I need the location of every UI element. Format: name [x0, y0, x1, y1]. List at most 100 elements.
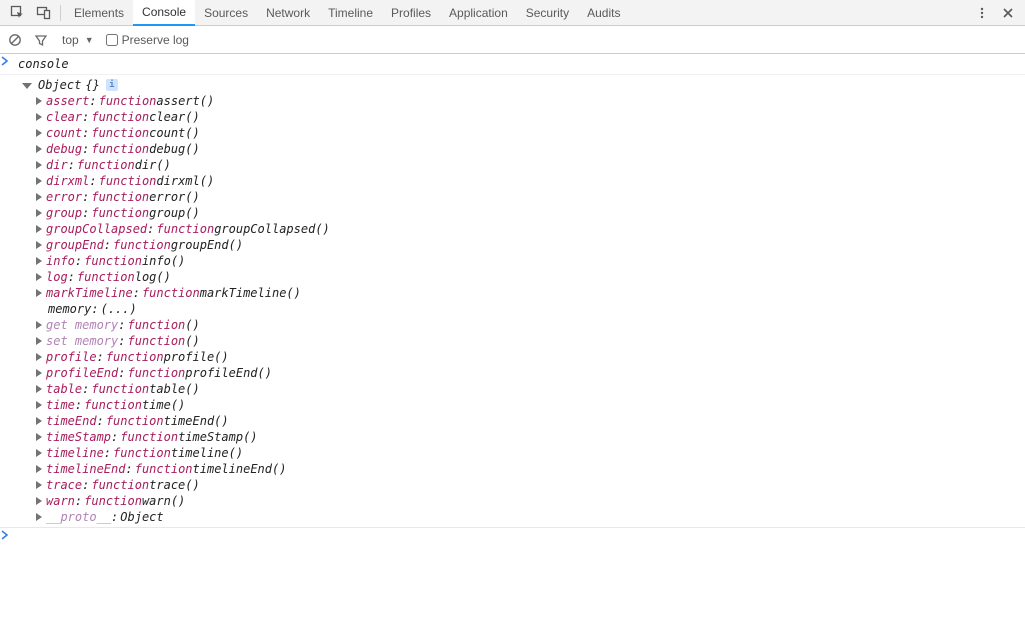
- inspect-element-icon[interactable]: [4, 1, 30, 25]
- object-property[interactable]: count: function count(): [36, 125, 1025, 141]
- object-header[interactable]: Object {} i: [18, 77, 1025, 93]
- function-keyword: function: [113, 237, 171, 253]
- expand-toggle-icon[interactable]: [36, 209, 42, 217]
- object-property[interactable]: debug: function debug(): [36, 141, 1025, 157]
- chevron-down-icon: ▼: [85, 35, 94, 45]
- object-property[interactable]: timelineEnd: function timelineEnd(): [36, 461, 1025, 477]
- tab-network[interactable]: Network: [257, 0, 319, 26]
- expand-toggle-icon[interactable]: [36, 449, 42, 457]
- property-name: time: [46, 397, 75, 413]
- expand-toggle-icon[interactable]: [36, 161, 42, 169]
- expand-toggle-icon[interactable]: [36, 321, 42, 329]
- object-property[interactable]: dir: function dir(): [36, 157, 1025, 173]
- expand-toggle-icon[interactable]: [36, 417, 42, 425]
- object-property[interactable]: table: function table(): [36, 381, 1025, 397]
- object-property[interactable]: time: function time(): [36, 397, 1025, 413]
- expand-toggle-icon[interactable]: [36, 241, 42, 249]
- function-keyword: function: [77, 269, 135, 285]
- input-prompt-icon: [0, 530, 16, 540]
- device-toolbar-icon[interactable]: [30, 1, 56, 25]
- tab-profiles[interactable]: Profiles: [382, 0, 440, 26]
- tab-console[interactable]: Console: [133, 0, 195, 26]
- object-property[interactable]: groupCollapsed: function groupCollapsed(…: [36, 221, 1025, 237]
- property-value: Object: [120, 509, 163, 525]
- expand-toggle-icon[interactable]: [36, 129, 42, 137]
- object-property[interactable]: timeStamp: function timeStamp(): [36, 429, 1025, 445]
- object-property[interactable]: trace: function trace(): [36, 477, 1025, 493]
- tab-application[interactable]: Application: [440, 0, 517, 26]
- expand-toggle-icon[interactable]: [36, 145, 42, 153]
- more-menu-icon[interactable]: [969, 1, 995, 25]
- filter-icon[interactable]: [32, 31, 50, 49]
- object-property[interactable]: timeline: function timeline(): [36, 445, 1025, 461]
- expand-toggle-icon[interactable]: [36, 337, 42, 345]
- function-name: (): [185, 317, 199, 333]
- function-name: debug(): [149, 141, 200, 157]
- tab-timeline[interactable]: Timeline: [319, 0, 382, 26]
- function-name: info(): [142, 253, 185, 269]
- object-property[interactable]: error: function error(): [36, 189, 1025, 205]
- object-property[interactable]: log: function log(): [36, 269, 1025, 285]
- object-property[interactable]: dirxml: function dirxml(): [36, 173, 1025, 189]
- console-prompt-row[interactable]: [0, 528, 1025, 542]
- expand-toggle-icon[interactable]: [36, 465, 42, 473]
- expand-toggle-icon[interactable]: [36, 481, 42, 489]
- expand-toggle-icon[interactable]: [36, 113, 42, 121]
- expand-toggle-icon[interactable]: [22, 83, 32, 89]
- object-property[interactable]: set memory: function (): [36, 333, 1025, 349]
- expand-toggle-icon[interactable]: [36, 97, 42, 105]
- function-name: group(): [149, 205, 200, 221]
- execution-context-selector[interactable]: top ▼: [58, 33, 98, 47]
- info-icon[interactable]: i: [106, 79, 118, 91]
- function-keyword: function: [106, 413, 164, 429]
- expand-toggle-icon[interactable]: [36, 289, 42, 297]
- tabbar-separator: [60, 5, 61, 21]
- object-property[interactable]: profile: function profile(): [36, 349, 1025, 365]
- expand-toggle-icon[interactable]: [36, 353, 42, 361]
- expand-toggle-icon[interactable]: [36, 273, 42, 281]
- object-property[interactable]: markTimeline: function markTimeline(): [36, 285, 1025, 301]
- expand-toggle-icon[interactable]: [36, 497, 42, 505]
- close-devtools-icon[interactable]: [995, 1, 1021, 25]
- function-name: dir(): [135, 157, 171, 173]
- object-property[interactable]: timeEnd: function timeEnd(): [36, 413, 1025, 429]
- object-property[interactable]: profileEnd: function profileEnd(): [36, 365, 1025, 381]
- expand-toggle-icon[interactable]: [36, 513, 42, 521]
- object-property[interactable]: __proto__: Object: [36, 509, 1025, 525]
- object-property[interactable]: assert: function assert(): [36, 93, 1025, 109]
- object-property[interactable]: info: function info(): [36, 253, 1025, 269]
- property-name: timeStamp: [46, 429, 111, 445]
- expand-toggle-icon[interactable]: [36, 225, 42, 233]
- tab-security[interactable]: Security: [517, 0, 578, 26]
- property-name: set memory: [46, 333, 118, 349]
- tab-elements[interactable]: Elements: [65, 0, 133, 26]
- object-property[interactable]: get memory: function (): [36, 317, 1025, 333]
- clear-console-icon[interactable]: [6, 31, 24, 49]
- object-label: Object: [38, 77, 81, 93]
- function-keyword: function: [156, 221, 214, 237]
- object-property[interactable]: clear: function clear(): [36, 109, 1025, 125]
- object-property[interactable]: groupEnd: function groupEnd(): [36, 237, 1025, 253]
- function-name: dirxml(): [156, 173, 214, 189]
- preserve-log-checkbox[interactable]: [106, 34, 118, 46]
- expand-toggle-icon[interactable]: [36, 433, 42, 441]
- expand-toggle-icon[interactable]: [36, 257, 42, 265]
- function-keyword: function: [99, 173, 157, 189]
- function-keyword: function: [113, 445, 171, 461]
- expand-toggle-icon[interactable]: [36, 193, 42, 201]
- property-name: groupEnd: [46, 237, 104, 253]
- tab-audits[interactable]: Audits: [578, 0, 629, 26]
- preserve-log-toggle[interactable]: Preserve log: [106, 33, 189, 47]
- object-property[interactable]: memory: (...): [36, 301, 1025, 317]
- function-name: groupCollapsed(): [214, 221, 330, 237]
- function-name: time(): [142, 397, 185, 413]
- object-property[interactable]: group: function group(): [36, 205, 1025, 221]
- console-output: console Object {} i assert: function ass…: [0, 54, 1025, 630]
- expand-toggle-icon[interactable]: [36, 177, 42, 185]
- function-keyword: function: [99, 93, 157, 109]
- expand-toggle-icon[interactable]: [36, 401, 42, 409]
- expand-toggle-icon[interactable]: [36, 369, 42, 377]
- object-property[interactable]: warn: function warn(): [36, 493, 1025, 509]
- tab-sources[interactable]: Sources: [195, 0, 257, 26]
- expand-toggle-icon[interactable]: [36, 385, 42, 393]
